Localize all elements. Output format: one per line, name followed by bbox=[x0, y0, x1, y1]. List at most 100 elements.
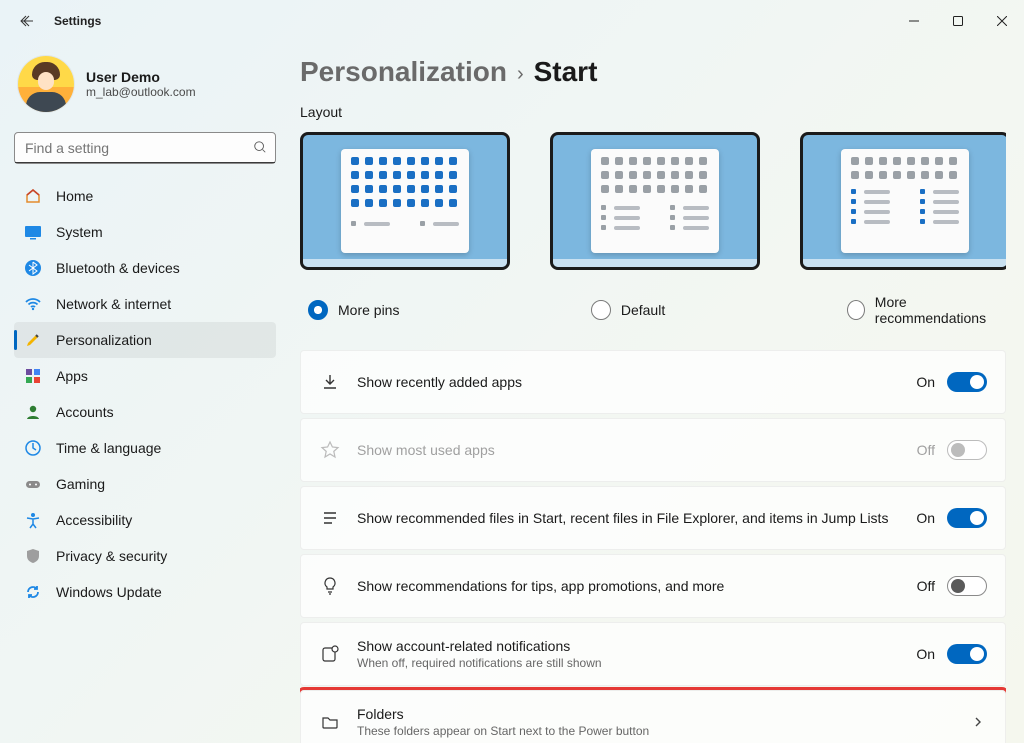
nav-list: Home System Bluetooth & devices Network … bbox=[14, 178, 276, 610]
setting-recent-apps[interactable]: Show recently added apps On bbox=[300, 350, 1006, 414]
shield-icon bbox=[24, 547, 42, 565]
badge-icon bbox=[319, 644, 341, 664]
radio-icon bbox=[308, 300, 328, 320]
toggle-switch[interactable] bbox=[947, 372, 987, 392]
nav-update[interactable]: Windows Update bbox=[14, 574, 276, 610]
download-icon bbox=[319, 372, 341, 392]
sidebar: User Demo m_lab@outlook.com Home System … bbox=[0, 52, 290, 743]
nav-label: Bluetooth & devices bbox=[56, 260, 180, 276]
paintbrush-icon bbox=[24, 331, 42, 349]
radio-more-pins[interactable]: More pins bbox=[308, 294, 515, 326]
breadcrumb-parent[interactable]: Personalization bbox=[300, 56, 507, 88]
nav-label: Gaming bbox=[56, 476, 105, 492]
wifi-icon bbox=[24, 295, 42, 313]
layout-options bbox=[300, 132, 1006, 280]
nav-personalization[interactable]: Personalization bbox=[14, 322, 276, 358]
setting-title: Show most used apps bbox=[357, 442, 917, 458]
nav-privacy[interactable]: Privacy & security bbox=[14, 538, 276, 574]
setting-title: Folders bbox=[357, 706, 961, 722]
nav-bluetooth[interactable]: Bluetooth & devices bbox=[14, 250, 276, 286]
nav-label: Windows Update bbox=[56, 584, 162, 600]
layout-option-more-recs[interactable] bbox=[800, 132, 1006, 280]
setting-title: Show account-related notifications bbox=[357, 638, 916, 654]
setting-tips[interactable]: Show recommendations for tips, app promo… bbox=[300, 554, 1006, 618]
toggle-state: On bbox=[916, 510, 935, 526]
toggle-switch[interactable] bbox=[947, 644, 987, 664]
system-icon bbox=[24, 223, 42, 241]
lightbulb-icon bbox=[319, 576, 341, 596]
nav-system[interactable]: System bbox=[14, 214, 276, 250]
search-icon bbox=[253, 140, 267, 157]
profile-block[interactable]: User Demo m_lab@outlook.com bbox=[18, 56, 272, 112]
layout-thumbnail[interactable] bbox=[800, 132, 1006, 270]
chevron-right-icon: › bbox=[517, 59, 524, 86]
layout-radio-row: More pins Default More recommendations bbox=[300, 294, 1006, 326]
layout-option-more-pins[interactable] bbox=[300, 132, 510, 280]
nav-label: System bbox=[56, 224, 103, 240]
toggle-state: Off bbox=[917, 442, 935, 458]
setting-title: Show recommendations for tips, app promo… bbox=[357, 578, 917, 594]
update-icon bbox=[24, 583, 42, 601]
chevron-right-icon bbox=[969, 716, 987, 728]
list-icon bbox=[319, 508, 341, 528]
profile-email: m_lab@outlook.com bbox=[86, 85, 196, 99]
layout-thumbnail[interactable] bbox=[300, 132, 510, 270]
layout-thumbnail[interactable] bbox=[550, 132, 760, 270]
setting-subtitle: These folders appear on Start next to th… bbox=[357, 724, 961, 738]
setting-most-used: Show most used apps Off bbox=[300, 418, 1006, 482]
toggle-switch bbox=[947, 440, 987, 460]
main-content: Personalization › Start Layout bbox=[300, 52, 1006, 743]
nav-label: Privacy & security bbox=[56, 548, 167, 564]
radio-default[interactable]: Default bbox=[591, 294, 771, 326]
home-icon bbox=[24, 187, 42, 205]
setting-title: Show recently added apps bbox=[357, 374, 916, 390]
titlebar: Settings bbox=[0, 0, 1024, 42]
nav-apps[interactable]: Apps bbox=[14, 358, 276, 394]
close-button[interactable] bbox=[980, 5, 1024, 37]
minimize-button[interactable] bbox=[892, 5, 936, 37]
search-box[interactable] bbox=[14, 132, 276, 164]
nav-accounts[interactable]: Accounts bbox=[14, 394, 276, 430]
search-input[interactable] bbox=[25, 140, 253, 156]
setting-subtitle: When off, required notifications are sti… bbox=[357, 656, 916, 670]
breadcrumb-current: Start bbox=[534, 56, 598, 88]
nav-label: Accounts bbox=[56, 404, 114, 420]
maximize-button[interactable] bbox=[936, 5, 980, 37]
accessibility-icon bbox=[24, 511, 42, 529]
toggle-state: On bbox=[916, 646, 935, 662]
profile-name: User Demo bbox=[86, 69, 196, 85]
setting-recommended-files[interactable]: Show recommended files in Start, recent … bbox=[300, 486, 1006, 550]
back-button[interactable] bbox=[18, 12, 36, 30]
nav-accessibility[interactable]: Accessibility bbox=[14, 502, 276, 538]
toggle-switch[interactable] bbox=[947, 508, 987, 528]
toggle-switch[interactable] bbox=[947, 576, 987, 596]
radio-label: Default bbox=[621, 302, 665, 318]
apps-icon bbox=[24, 367, 42, 385]
layout-option-default[interactable] bbox=[550, 132, 760, 280]
radio-label: More pins bbox=[338, 302, 399, 318]
section-label-layout: Layout bbox=[300, 104, 1006, 120]
nav-gaming[interactable]: Gaming bbox=[14, 466, 276, 502]
avatar bbox=[18, 56, 74, 112]
radio-more-recs[interactable]: More recommendations bbox=[847, 294, 1006, 326]
radio-icon bbox=[591, 300, 611, 320]
breadcrumb: Personalization › Start bbox=[300, 56, 1006, 88]
nav-time[interactable]: Time & language bbox=[14, 430, 276, 466]
setting-account-notifications[interactable]: Show account-related notifications When … bbox=[300, 622, 1006, 686]
radio-icon bbox=[847, 300, 865, 320]
nav-network[interactable]: Network & internet bbox=[14, 286, 276, 322]
app-title: Settings bbox=[54, 14, 101, 28]
nav-home[interactable]: Home bbox=[14, 178, 276, 214]
nav-label: Network & internet bbox=[56, 296, 171, 312]
toggle-state: On bbox=[916, 374, 935, 390]
clock-globe-icon bbox=[24, 439, 42, 457]
folder-icon bbox=[319, 712, 341, 732]
setting-folders[interactable]: Folders These folders appear on Start ne… bbox=[300, 690, 1006, 743]
window-controls bbox=[892, 5, 1024, 37]
toggle-state: Off bbox=[917, 578, 935, 594]
person-icon bbox=[24, 403, 42, 421]
setting-title: Show recommended files in Start, recent … bbox=[357, 510, 916, 526]
nav-label: Personalization bbox=[56, 332, 152, 348]
nav-label: Apps bbox=[56, 368, 88, 384]
nav-label: Time & language bbox=[56, 440, 161, 456]
